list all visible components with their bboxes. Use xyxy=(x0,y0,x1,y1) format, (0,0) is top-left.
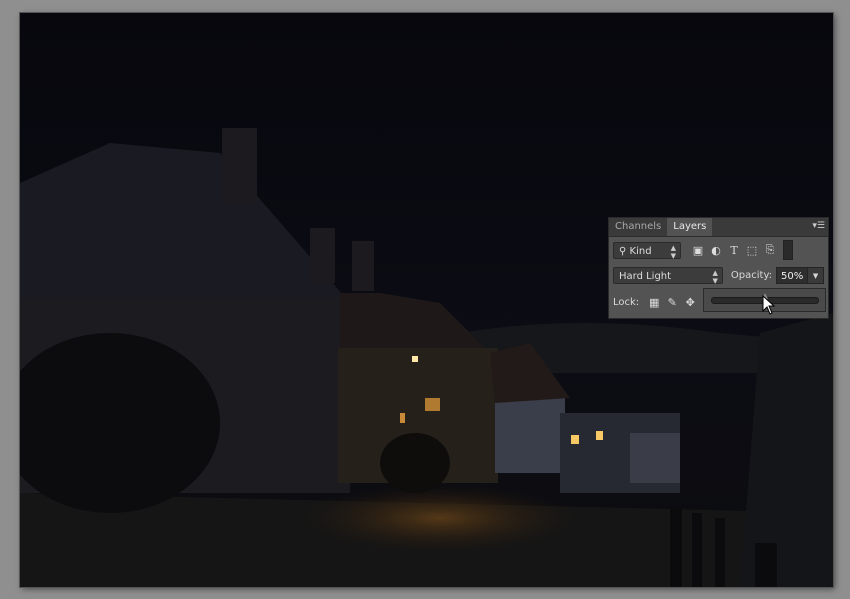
house-left-roof xyxy=(20,143,350,303)
fence-post xyxy=(755,543,777,587)
chimney xyxy=(222,128,257,203)
tab-layers[interactable]: Layers xyxy=(667,218,713,236)
window-lit xyxy=(400,413,405,423)
lock-position-icon[interactable]: ✥ xyxy=(681,296,699,309)
chimney-2 xyxy=(310,228,335,283)
image-filter-icon[interactable]: ▣ xyxy=(689,244,707,257)
panel-tabbar: Channels Layers ▾☰ xyxy=(609,218,828,237)
updown-icon: ▲ ▼ xyxy=(670,243,676,260)
window-lit xyxy=(596,431,603,440)
lock-transparency-icon[interactable]: ▦ xyxy=(645,296,663,309)
filter-kind-select[interactable]: ⚲ Kind ▲ ▼ xyxy=(613,241,681,260)
blend-row: Hard Light ▲ ▼ Opacity: 50% ▼ xyxy=(613,267,824,285)
window-lit xyxy=(571,435,579,444)
lock-pixels-icon[interactable]: ✎ xyxy=(663,296,681,309)
shape-filter-icon[interactable]: ⬚ xyxy=(743,244,761,257)
opacity-label: Opacity: xyxy=(730,270,773,281)
chimney-3 xyxy=(352,241,374,291)
panel-menu-icon[interactable]: ▾☰ xyxy=(812,221,825,231)
lock-label: Lock: xyxy=(613,297,640,308)
bush-middle xyxy=(380,433,450,493)
lamp-glow-road xyxy=(300,483,580,553)
filter-toggle-icon[interactable] xyxy=(783,240,793,260)
filter-row: ⚲ Kind ▲ ▼ ▣ ◐ T ⬚ ⎘ xyxy=(613,240,824,260)
mouse-cursor-icon xyxy=(762,295,776,315)
fence-post xyxy=(692,513,702,587)
white-house-far xyxy=(630,433,680,483)
fence-post xyxy=(670,508,682,587)
opacity-dropdown-button[interactable]: ▼ xyxy=(808,267,824,284)
type-filter-icon[interactable]: T xyxy=(725,244,743,257)
white-house-wall xyxy=(495,398,565,473)
blend-mode-value: Hard Light xyxy=(619,271,672,282)
updown-icon: ▲ ▼ xyxy=(712,269,718,285)
adjustment-filter-icon[interactable]: ◐ xyxy=(707,244,725,257)
lamp-light xyxy=(412,356,418,362)
tab-channels[interactable]: Channels xyxy=(609,218,667,236)
filter-kind-label: Kind xyxy=(629,245,652,257)
blend-mode-select[interactable]: Hard Light ▲ ▼ xyxy=(613,267,723,285)
search-icon: ⚲ xyxy=(619,245,627,257)
fence-post xyxy=(715,518,725,587)
window-lit xyxy=(425,398,440,411)
smart-object-filter-icon[interactable]: ⎘ xyxy=(761,243,779,257)
opacity-input[interactable]: 50% xyxy=(776,267,809,284)
